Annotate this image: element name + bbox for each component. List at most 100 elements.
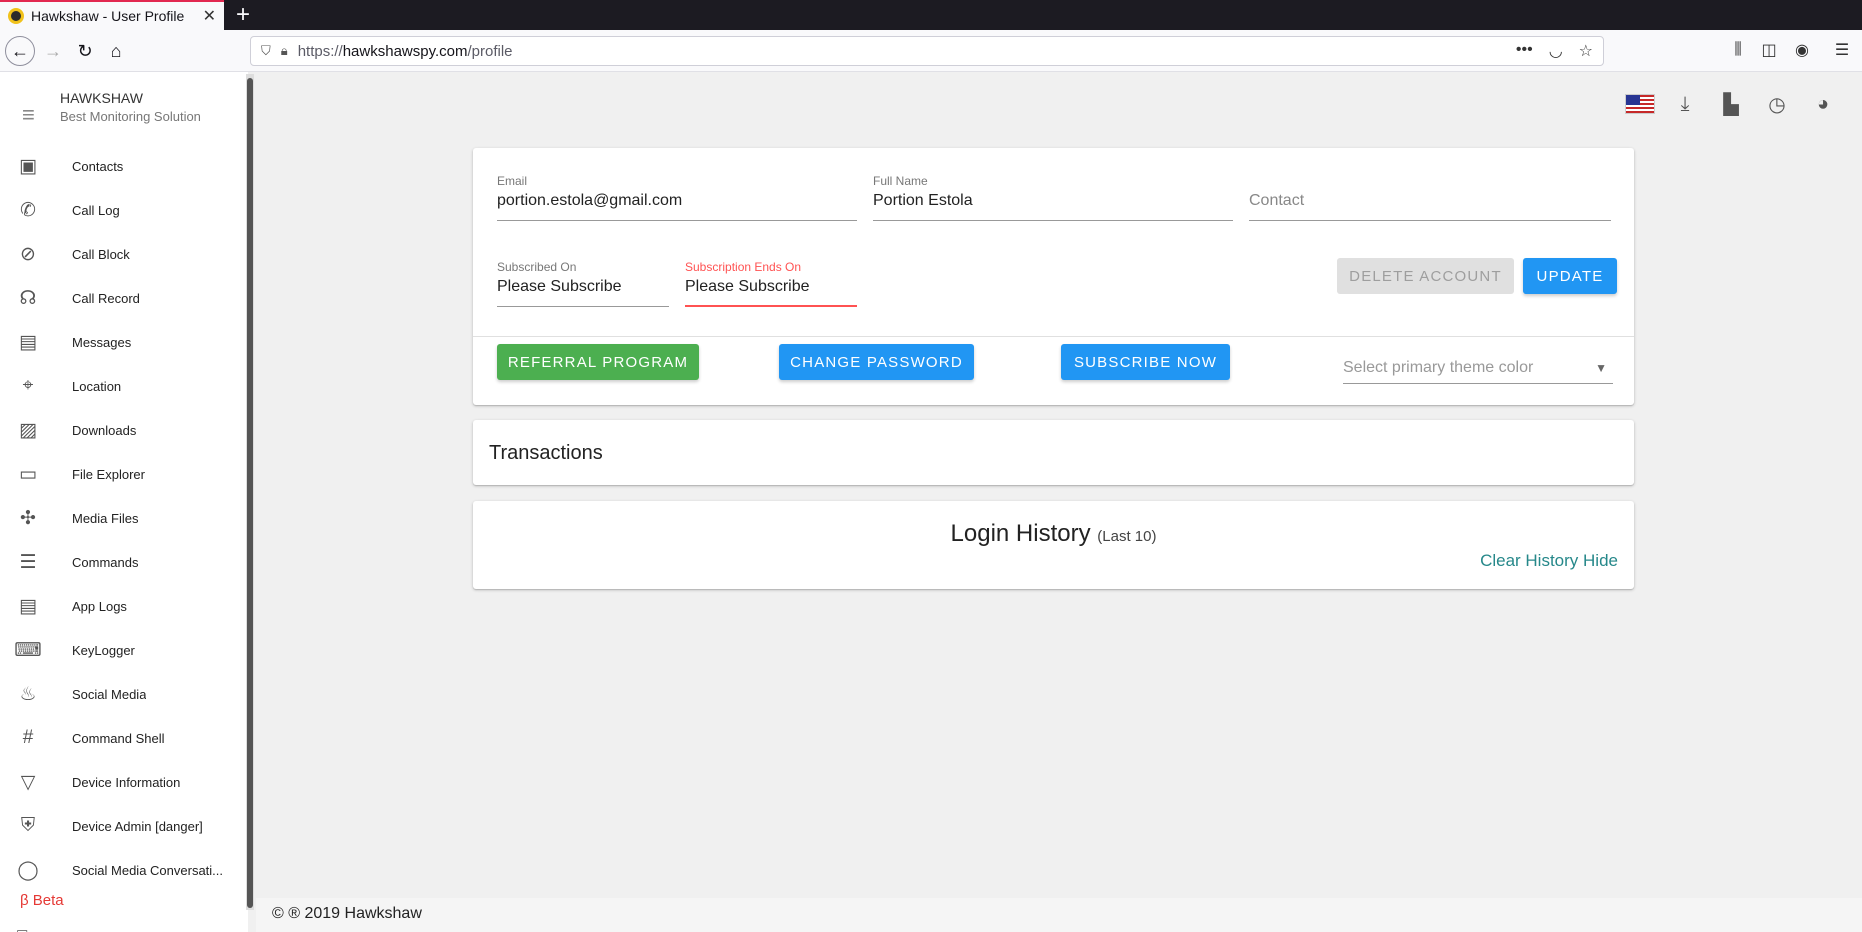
sidebar-item-label: Media Files: [72, 510, 139, 526]
hawkshaw-favicon-icon: [8, 8, 24, 24]
us-flag-language-icon[interactable]: [1625, 94, 1655, 114]
browser-nav-bar: ← → ↻ ⌂ ⛉ 🔒︎ https://hawkshawspy.com/pro…: [0, 30, 1862, 72]
tracking-shield-icon[interactable]: ⛉: [261, 43, 271, 59]
cut-off-nav-item[interactable]: ▭: [16, 924, 28, 932]
login-history-subtitle: (Last 10): [1097, 528, 1157, 545]
sidebar: ≡ HAWKSHAW Best Monitoring Solution ▣ Con…: [0, 72, 248, 932]
pinwheel-icon: ✣: [20, 507, 36, 529]
whatsapp-icon: ◯: [17, 859, 39, 881]
phone-icon: ✆: [20, 199, 36, 221]
sidebar-item-app-logs[interactable]: ▤ App Logs: [0, 584, 246, 628]
account-icon[interactable]: ◉: [1790, 38, 1814, 62]
subscription-ends-input[interactable]: Please Subscribe: [685, 278, 857, 307]
sidebar-scrollbar[interactable]: [246, 74, 254, 910]
sidebar-item-label: KeyLogger: [72, 642, 135, 658]
new-tab-button[interactable]: +: [232, 2, 254, 28]
pocket-icon[interactable]: ◡: [1549, 41, 1563, 61]
sidebar-item-device-admin-danger[interactable]: ⛨ Device Admin [danger]: [0, 804, 246, 848]
browser-tab[interactable]: Hawkshaw - User Profile ✕: [0, 0, 224, 30]
sidebar-item-commands[interactable]: ☰ Commands: [0, 540, 246, 584]
contact-field[interactable]: Contact: [1249, 174, 1611, 221]
brand-tagline: Best Monitoring Solution: [60, 109, 201, 124]
sidebar-item-social-media-conversati[interactable]: ◯ Social Media Conversati...: [0, 848, 246, 892]
full-name-input[interactable]: Portion Estola: [873, 192, 1233, 221]
subscribe-now-button[interactable]: SUBSCRIBE NOW: [1061, 344, 1230, 380]
home-button[interactable]: ⌂: [101, 36, 131, 66]
contact-placeholder[interactable]: Contact: [1249, 192, 1304, 209]
photo-library-icon: ▨: [19, 419, 37, 441]
theme-color-select[interactable]: Select primary theme color ▼: [1343, 352, 1613, 384]
transactions-card[interactable]: Transactions: [473, 420, 1634, 485]
delete-account-button[interactable]: DELETE ACCOUNT: [1337, 258, 1514, 294]
sidebar-item-label: Social Media: [72, 686, 147, 702]
address-bar[interactable]: ⛉ 🔒︎ https://hawkshawspy.com/profile •••…: [250, 36, 1604, 66]
theme-color-placeholder: Select primary theme color: [1343, 358, 1534, 376]
lock-icon[interactable]: 🔒︎: [281, 43, 288, 59]
sidebar-item-label: Command Shell: [72, 730, 165, 746]
page-actions-icon[interactable]: •••: [1516, 41, 1533, 61]
forward-button[interactable]: →: [38, 36, 68, 66]
sidebar-item-downloads[interactable]: ▨ Downloads: [0, 408, 246, 452]
sidebar-item-label: Downloads: [72, 422, 137, 438]
contacts-icon: ▣: [19, 155, 37, 177]
tab-title: Hawkshaw - User Profile: [31, 8, 185, 24]
subscribed-on-input[interactable]: Please Subscribe: [497, 278, 669, 307]
menu-icon[interactable]: ☰: [1830, 38, 1854, 62]
copyright-text: © ® 2019 Hawkshaw: [272, 905, 422, 922]
record-voice-icon: ☊: [19, 287, 37, 309]
sidebar-item-keylogger[interactable]: ⌨ KeyLogger: [0, 628, 246, 672]
tab-close-icon[interactable]: ✕: [203, 6, 216, 26]
block-icon: ⊘: [20, 243, 36, 265]
profile-card: Email portion.estola@gmail.com Full Name…: [473, 148, 1634, 405]
sidebar-item-media-files[interactable]: ✣ Media Files: [0, 496, 246, 540]
full-name-label: Full Name: [873, 174, 928, 188]
sidebar-item-label: Commands: [72, 554, 139, 570]
sidebar-item-messages[interactable]: ▤ Messages: [0, 320, 246, 364]
back-button[interactable]: ←: [5, 36, 35, 66]
sidebar-toggle-icon[interactable]: ◫: [1757, 38, 1781, 62]
sidebar-scroll-thumb[interactable]: [247, 78, 253, 908]
change-password-button[interactable]: CHANGE PASSWORD: [779, 344, 974, 380]
subscription-ends-field[interactable]: Subscription Ends On Please Subscribe: [685, 260, 857, 307]
sidebar-item-call-block[interactable]: ⊘ Call Block: [0, 232, 246, 276]
bookmark-star-icon[interactable]: ☆: [1579, 41, 1593, 61]
sidebar-item-location[interactable]: ⌖ Location: [0, 364, 246, 408]
library-icon[interactable]: ⫼: [1726, 38, 1750, 62]
account-circle-icon[interactable]: ◕: [1809, 90, 1837, 118]
sidebar-item-label: Device Information: [72, 774, 181, 790]
sidebar-item-contacts[interactable]: ▣ Contacts: [0, 144, 246, 188]
sidebar-item-file-explorer[interactable]: ▭ File Explorer: [0, 452, 246, 496]
sidebar-item-call-record[interactable]: ☊ Call Record: [0, 276, 246, 320]
hamburger-menu-icon[interactable]: ≡: [22, 102, 35, 128]
chat-icon[interactable]: ▙: [1717, 90, 1745, 118]
email-field[interactable]: Email portion.estola@gmail.com: [497, 174, 857, 221]
list-alt-icon: ▤: [19, 595, 37, 617]
login-history-title: Login History (Last 10): [950, 520, 1157, 547]
download-icon[interactable]: ⤓: [1671, 90, 1699, 118]
sidebar-item-label: Call Record: [72, 290, 140, 306]
beta-section-label: β Beta: [20, 892, 64, 909]
transactions-title: Transactions: [489, 442, 603, 464]
sidebar-item-label: Call Block: [72, 246, 130, 262]
update-button[interactable]: UPDATE: [1523, 258, 1617, 294]
shield-icon: ⛨: [20, 815, 36, 836]
sidebar-item-social-media[interactable]: ♨ Social Media: [0, 672, 246, 716]
sidebar-item-command-shell[interactable]: # Command Shell: [0, 716, 246, 760]
sidebar-item-call-log[interactable]: ✆ Call Log: [0, 188, 246, 232]
keyboard-icon: ⌨: [14, 639, 42, 661]
triangle-icon: ▽: [20, 771, 36, 793]
sidebar-item-label: Call Log: [72, 202, 120, 218]
history-clock-icon[interactable]: ◷: [1763, 90, 1791, 118]
clear-history-hide-link[interactable]: Clear History Hide: [1480, 551, 1618, 571]
subscribed-on-field[interactable]: Subscribed On Please Subscribe: [497, 260, 669, 307]
dropdown-arrow-icon[interactable]: ▼: [1595, 361, 1607, 375]
full-name-field[interactable]: Full Name Portion Estola: [873, 174, 1233, 221]
sidebar-item-device-information[interactable]: ▽ Device Information: [0, 760, 246, 804]
reload-button[interactable]: ↻: [70, 36, 100, 66]
referral-program-button[interactable]: REFERRAL PROGRAM: [497, 344, 699, 380]
sidebar-item-label: Location: [72, 378, 122, 394]
url-text[interactable]: https://hawkshawspy.com/profile: [298, 43, 1516, 60]
email-input[interactable]: portion.estola@gmail.com: [497, 192, 857, 221]
sidebar-item-label: File Explorer: [72, 466, 145, 482]
message-icon: ▤: [19, 331, 37, 353]
